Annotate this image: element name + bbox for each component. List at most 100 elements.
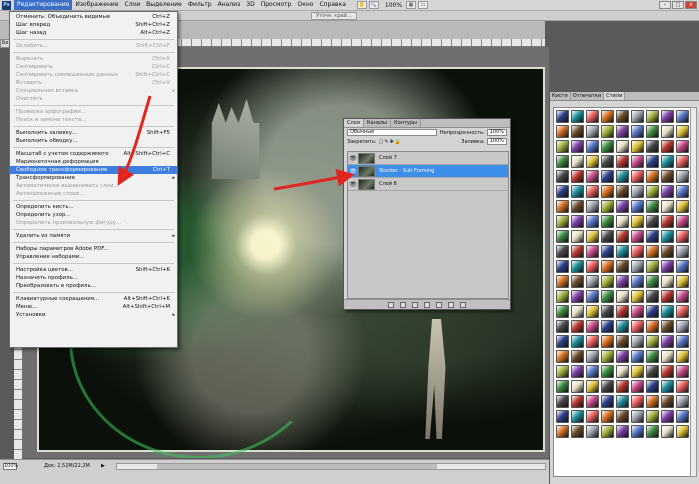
style-swatch[interactable]: [571, 230, 584, 243]
style-swatch[interactable]: [676, 320, 689, 333]
edit-menu-item[interactable]: Выполнить обводку...: [10, 137, 177, 145]
zoom-tool-icon[interactable]: 🔍: [368, 1, 379, 9]
style-swatch[interactable]: [661, 350, 674, 363]
style-swatch[interactable]: [556, 140, 569, 153]
style-swatch[interactable]: [601, 170, 614, 183]
style-swatch[interactable]: [661, 125, 674, 138]
style-swatch[interactable]: [646, 380, 659, 393]
style-swatch[interactable]: [586, 260, 599, 273]
layer-row[interactable]: 👁 Слой 6: [348, 178, 508, 191]
style-swatch[interactable]: [571, 425, 584, 438]
refine-edge-button[interactable]: Уточн. край...: [311, 12, 357, 20]
style-swatch[interactable]: [676, 335, 689, 348]
style-swatch[interactable]: [601, 365, 614, 378]
style-swatch[interactable]: [631, 170, 644, 183]
style-swatch[interactable]: [571, 110, 584, 123]
style-swatch[interactable]: [646, 275, 659, 288]
style-swatch[interactable]: [601, 305, 614, 318]
style-swatch[interactable]: [556, 395, 569, 408]
style-swatch[interactable]: [586, 155, 599, 168]
style-swatch[interactable]: [586, 335, 599, 348]
style-swatch[interactable]: [676, 275, 689, 288]
styles-tab[interactable]: Стили: [604, 92, 626, 100]
style-swatch[interactable]: [571, 335, 584, 348]
link-layers-icon[interactable]: [388, 301, 394, 308]
style-swatch[interactable]: [601, 215, 614, 228]
layers-tab[interactable]: Слои: [344, 119, 364, 127]
style-swatch[interactable]: [676, 410, 689, 423]
style-swatch[interactable]: [631, 200, 644, 213]
menu-4[interactable]: Выделение: [143, 0, 185, 10]
styles-tab[interactable]: Отпечатки: [571, 92, 605, 100]
minimize-icon[interactable]: –: [659, 1, 671, 9]
style-swatch[interactable]: [646, 185, 659, 198]
style-swatch[interactable]: [631, 275, 644, 288]
style-swatch[interactable]: [586, 140, 599, 153]
style-swatch[interactable]: [616, 140, 629, 153]
status-zoom-field[interactable]: 100%: [3, 463, 18, 470]
style-swatch[interactable]: [616, 425, 629, 438]
style-swatch[interactable]: [616, 410, 629, 423]
style-swatch[interactable]: [601, 260, 614, 273]
style-swatch[interactable]: [556, 350, 569, 363]
style-swatch[interactable]: [556, 290, 569, 303]
style-swatch[interactable]: [661, 140, 674, 153]
style-swatch[interactable]: [646, 230, 659, 243]
style-swatch[interactable]: [616, 200, 629, 213]
style-swatch[interactable]: [646, 395, 659, 408]
layers-tab[interactable]: Каналы: [364, 119, 392, 127]
style-swatch[interactable]: [601, 185, 614, 198]
style-swatch[interactable]: [586, 410, 599, 423]
style-swatch[interactable]: [631, 230, 644, 243]
style-swatch[interactable]: [676, 155, 689, 168]
style-swatch[interactable]: [556, 335, 569, 348]
style-swatch[interactable]: [556, 200, 569, 213]
edit-menu-item[interactable]: Установки ▸: [10, 311, 177, 319]
style-swatch[interactable]: [616, 290, 629, 303]
style-swatch[interactable]: [571, 245, 584, 258]
style-swatch[interactable]: [616, 260, 629, 273]
style-swatch[interactable]: [616, 185, 629, 198]
style-swatch[interactable]: [601, 380, 614, 393]
style-swatch[interactable]: [556, 155, 569, 168]
style-swatch[interactable]: [631, 215, 644, 228]
style-swatch[interactable]: [571, 380, 584, 393]
menu-9[interactable]: Окно: [294, 0, 316, 10]
style-swatch[interactable]: [571, 305, 584, 318]
new-layer-icon[interactable]: [448, 301, 454, 308]
style-swatch[interactable]: [646, 125, 659, 138]
style-swatch[interactable]: [631, 110, 644, 123]
style-swatch[interactable]: [616, 125, 629, 138]
style-swatch[interactable]: [601, 320, 614, 333]
style-swatch[interactable]: [646, 320, 659, 333]
menu-2[interactable]: Изображение: [72, 0, 121, 10]
style-swatch[interactable]: [556, 110, 569, 123]
edit-menu-item[interactable]: Марионеточная деформация: [10, 158, 177, 166]
style-swatch[interactable]: [646, 200, 659, 213]
style-swatch[interactable]: [676, 140, 689, 153]
style-swatch[interactable]: [616, 275, 629, 288]
adjustment-layer-icon[interactable]: [424, 301, 430, 308]
style-swatch[interactable]: [616, 320, 629, 333]
maximize-icon[interactable]: □: [672, 1, 684, 9]
style-swatch[interactable]: [601, 155, 614, 168]
style-swatch[interactable]: [646, 155, 659, 168]
style-swatch[interactable]: [661, 380, 674, 393]
style-swatch[interactable]: [556, 365, 569, 378]
arrange-documents-icon[interactable]: ▦: [406, 1, 417, 9]
edit-menu-item[interactable]: Трансформирование ▸: [10, 174, 177, 182]
eye-icon[interactable]: 👁: [348, 181, 358, 188]
eye-icon[interactable]: 👁: [348, 155, 358, 162]
style-swatch[interactable]: [631, 290, 644, 303]
menu-7[interactable]: 3D: [243, 0, 257, 10]
style-swatch[interactable]: [676, 380, 689, 393]
style-swatch[interactable]: [586, 380, 599, 393]
style-swatch[interactable]: [661, 365, 674, 378]
layer-row[interactable]: 👁 Слой 7: [348, 152, 508, 165]
style-swatch[interactable]: [571, 275, 584, 288]
style-swatch[interactable]: [556, 170, 569, 183]
style-swatch[interactable]: [556, 245, 569, 258]
style-swatch[interactable]: [556, 275, 569, 288]
style-swatch[interactable]: [616, 365, 629, 378]
style-swatch[interactable]: [586, 170, 599, 183]
